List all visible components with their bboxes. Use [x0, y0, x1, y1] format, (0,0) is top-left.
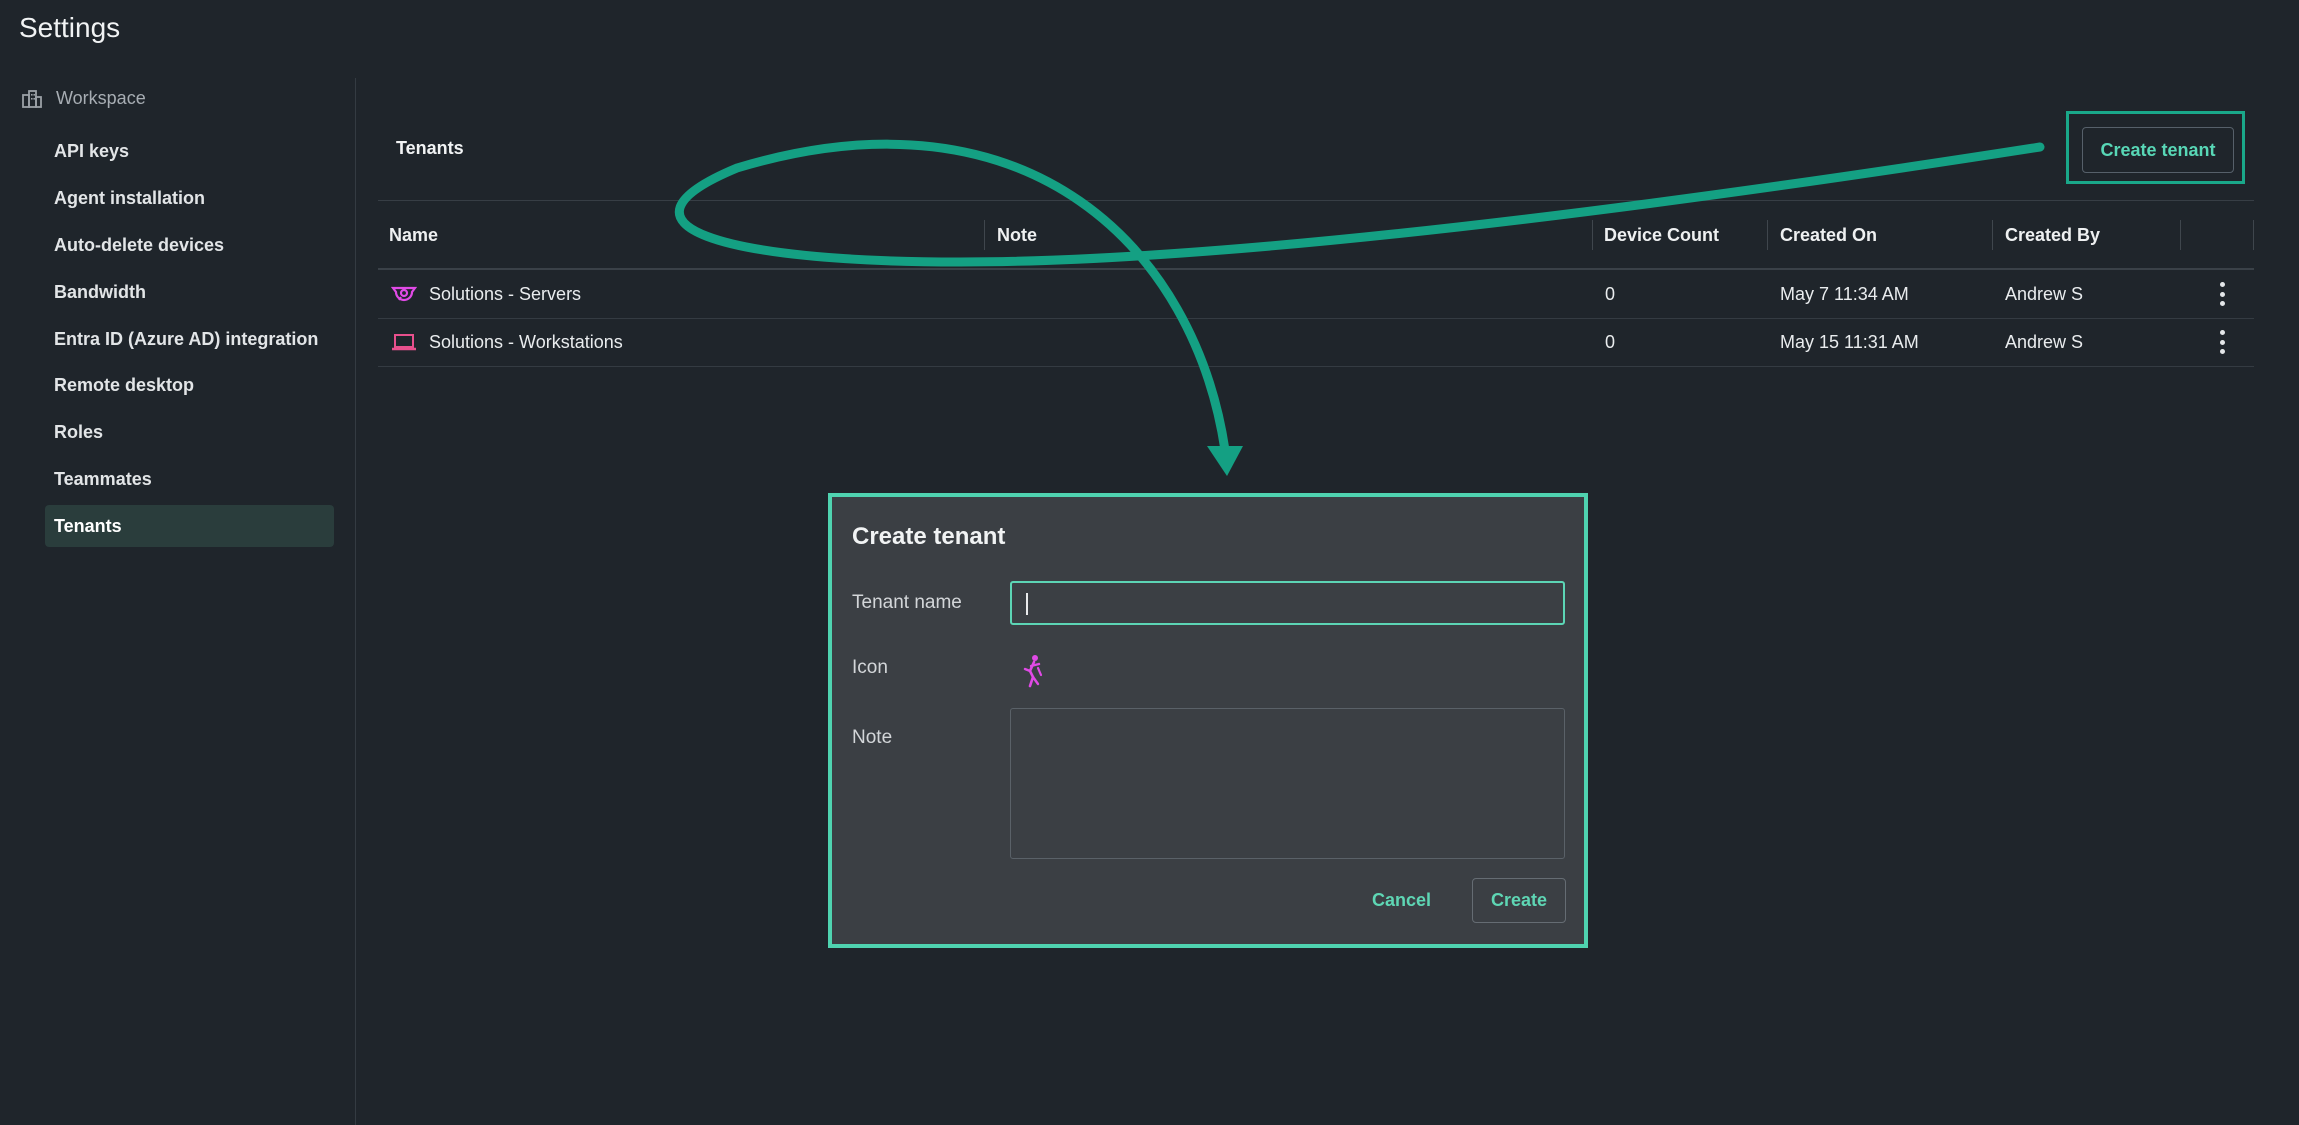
note-label: Note	[852, 727, 893, 748]
text-caret	[1026, 593, 1028, 615]
note-textarea[interactable]	[1010, 708, 1565, 859]
created-on: May 15 11:31 AM	[1780, 332, 1919, 352]
sidebar-item-remote-desktop[interactable]: Remote desktop	[45, 364, 334, 406]
column-separator[interactable]	[1767, 220, 1768, 250]
column-header-created-by[interactable]: Created By	[2005, 210, 2100, 260]
tenant-name: Solutions - Workstations	[429, 332, 623, 352]
tenant-name-input[interactable]	[1010, 581, 1565, 625]
row-menu-icon[interactable]	[2220, 330, 2226, 354]
cancel-button[interactable]: Cancel	[1372, 878, 1431, 922]
created-by: Andrew S	[2005, 332, 2084, 352]
building-icon	[22, 89, 42, 108]
create-tenant-button[interactable]: Create tenant	[2082, 127, 2234, 173]
sidebar-item-roles[interactable]: Roles	[45, 411, 334, 453]
sidebar-section-workspace: Workspace	[22, 88, 146, 109]
create-button[interactable]: Create	[1472, 878, 1566, 923]
gear-speech-icon	[391, 286, 417, 302]
device-count: 0	[1605, 284, 1616, 304]
column-header-created-on[interactable]: Created On	[1780, 210, 1877, 260]
dancer-icon[interactable]	[1018, 654, 1046, 688]
sidebar-item-auto-delete-devices[interactable]: Auto-delete devices	[45, 224, 334, 266]
column-separator[interactable]	[1992, 220, 1993, 250]
tenant-name-label: Tenant name	[852, 592, 962, 613]
sidebar-section-label: Workspace	[56, 88, 146, 108]
icon-label: Icon	[852, 657, 888, 678]
column-header-name[interactable]: Name	[389, 210, 438, 260]
device-count: 0	[1605, 332, 1616, 352]
column-separator[interactable]	[1592, 220, 1593, 250]
sidebar-item-bandwidth[interactable]: Bandwidth	[45, 271, 334, 313]
dialog-title: Create tenant	[852, 523, 1006, 550]
sidebar-item-agent-installation[interactable]: Agent installation	[45, 177, 334, 219]
column-header-note[interactable]: Note	[997, 210, 1037, 260]
create-tenant-dialog: Create tenant Tenant name Icon Note Canc…	[828, 493, 1588, 948]
column-separator[interactable]	[984, 220, 985, 250]
sidebar-item-api-keys[interactable]: API keys	[45, 130, 334, 172]
sidebar-item-teammates[interactable]: Teammates	[45, 458, 334, 500]
tenant-name: Solutions - Servers	[429, 284, 582, 304]
sidebar-item-entra-id[interactable]: Entra ID (Azure AD) integration	[45, 318, 334, 360]
settings-sidebar: Workspace API keys Agent installation Au…	[0, 78, 356, 1125]
divider	[378, 200, 2254, 201]
created-by: Andrew S	[2005, 284, 2084, 304]
created-on: May 7 11:34 AM	[1780, 284, 1909, 304]
table-row[interactable]: Solutions - Workstations 0 May 15 11:31 …	[378, 318, 2254, 367]
column-header-device-count[interactable]: Device Count	[1604, 210, 1719, 260]
page-title: Settings	[19, 12, 121, 43]
table-row[interactable]: Solutions - Servers 0 May 7 11:34 AM And…	[378, 270, 2254, 319]
column-separator	[2253, 220, 2254, 250]
section-title: Tenants	[396, 138, 464, 158]
row-menu-icon[interactable]	[2220, 282, 2226, 306]
sidebar-item-tenants[interactable]: Tenants	[45, 505, 334, 547]
laptop-icon	[392, 334, 416, 351]
column-separator[interactable]	[2180, 220, 2181, 250]
